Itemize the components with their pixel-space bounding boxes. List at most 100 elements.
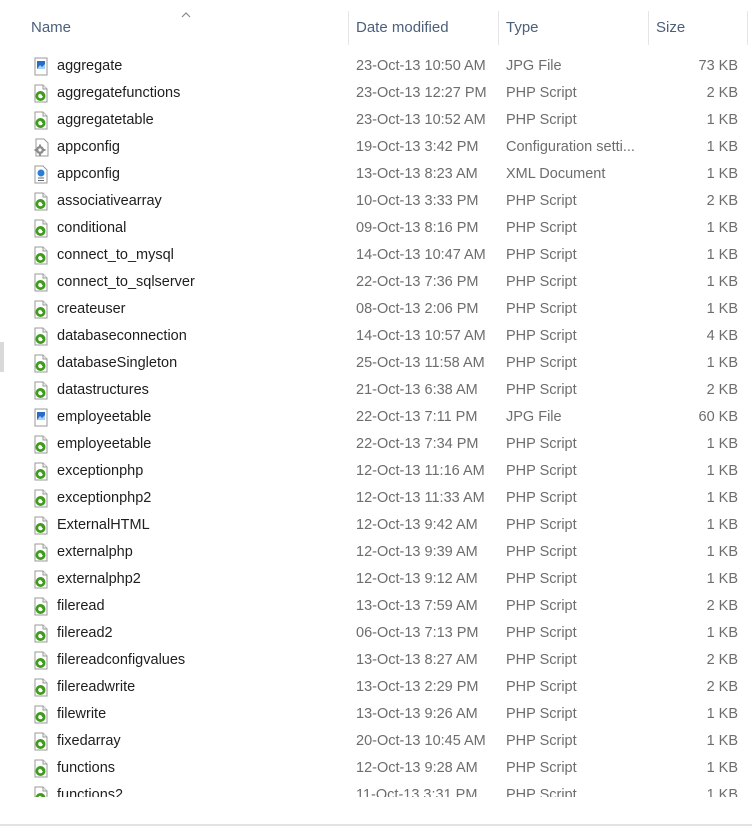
file-name: externalphp <box>57 544 133 560</box>
php-file-icon <box>32 516 50 535</box>
file-type: PHP Script <box>506 787 577 797</box>
php-file-icon <box>32 354 50 373</box>
file-size: 1 KB <box>706 355 738 371</box>
file-row[interactable]: connect_to_mysql 14-Oct-13 10:47 AM PHP Sc… <box>6 242 748 269</box>
file-row[interactable]: fixedarray 20-Oct-13 10:45 AM PHP Script 1 … <box>6 728 748 755</box>
file-name: functions2 <box>57 787 124 797</box>
file-size: 2 KB <box>706 598 738 614</box>
file-date-modified: 22-Oct-13 7:11 PM <box>356 409 478 425</box>
file-name: exceptionphp <box>57 463 144 479</box>
file-type: PHP Script <box>506 247 577 263</box>
file-date-modified: 12-Oct-13 9:12 AM <box>356 571 478 587</box>
file-type: PHP Script <box>506 328 577 344</box>
file-name: appconfig <box>57 139 120 155</box>
php-file-icon <box>32 597 50 616</box>
file-row[interactable]: employeetable 22-Oct-13 7:11 PM JPG File 60… <box>6 404 748 431</box>
file-type: PHP Script <box>506 544 577 560</box>
php-file-icon <box>32 705 50 724</box>
file-type: PHP Script <box>506 355 577 371</box>
file-row[interactable]: aggregatetable 23-Oct-13 10:52 AM PHP Scri… <box>6 107 748 134</box>
file-size: 1 KB <box>706 733 738 749</box>
file-row[interactable]: associativearray 10-Oct-13 3:33 PM PHP Scr… <box>6 188 748 215</box>
php-file-icon <box>32 111 50 130</box>
file-type: PHP Script <box>506 517 577 533</box>
php-file-icon <box>32 435 50 454</box>
file-date-modified: 12-Oct-13 11:33 AM <box>356 490 485 506</box>
file-name: databaseconnection <box>57 328 187 344</box>
php-file-icon <box>32 570 50 589</box>
file-date-modified: 13-Oct-13 7:59 AM <box>356 598 478 614</box>
php-file-icon <box>32 84 50 103</box>
file-explorer-details-view: Name Date modified Type Size aggregate 23… <box>0 0 752 826</box>
php-file-icon <box>32 381 50 400</box>
file-type: PHP Script <box>506 706 577 722</box>
file-row[interactable]: ExternalHTML 12-Oct-13 9:42 AM PHP Script 1… <box>6 512 748 539</box>
file-row[interactable]: appconfig 13-Oct-13 8:23 AM XML Document 1 … <box>6 161 748 188</box>
file-name: fileread2 <box>57 625 113 641</box>
file-name: filereadwrite <box>57 679 136 695</box>
xml-file-icon <box>32 165 50 184</box>
file-type: PHP Script <box>506 625 577 641</box>
file-row[interactable]: exceptionphp2 12-Oct-13 11:33 AM PHP Scrip… <box>6 485 748 512</box>
file-date-modified: 13-Oct-13 9:26 AM <box>356 706 478 722</box>
file-size: 1 KB <box>706 112 738 128</box>
file-name: filereadconfigvalues <box>57 652 186 668</box>
column-divider[interactable] <box>747 11 748 45</box>
column-header-type[interactable]: Type <box>499 11 648 45</box>
file-row[interactable]: databaseconnection 14-Oct-13 10:57 AM PHP … <box>6 323 748 350</box>
file-row[interactable]: fileread 13-Oct-13 7:59 AM PHP Script 2 KB <box>6 593 748 620</box>
file-type: Configuration setti... <box>506 139 635 155</box>
file-row[interactable]: datastructures 21-Oct-13 6:38 AM PHP Scrip… <box>6 377 748 404</box>
file-date-modified: 22-Oct-13 7:36 PM <box>356 274 479 290</box>
file-date-modified: 13-Oct-13 2:29 PM <box>356 679 479 695</box>
file-row[interactable]: externalphp 12-Oct-13 9:39 AM PHP Script 1 … <box>6 539 748 566</box>
file-date-modified: 13-Oct-13 8:27 AM <box>356 652 478 668</box>
file-date-modified: 21-Oct-13 6:38 AM <box>356 382 478 398</box>
php-file-icon <box>32 462 50 481</box>
file-type: PHP Script <box>506 490 577 506</box>
file-date-modified: 14-Oct-13 10:57 AM <box>356 328 486 344</box>
file-row[interactable]: functions 12-Oct-13 9:28 AM PHP Script 1 KB <box>6 755 748 782</box>
file-row[interactable]: filewrite 13-Oct-13 9:26 AM PHP Script 1 KB <box>6 701 748 728</box>
file-row[interactable]: connect_to_sqlserver 22-Oct-13 7:36 PM PHP… <box>6 269 748 296</box>
file-row[interactable]: conditional 09-Oct-13 8:16 PM PHP Script 1 … <box>6 215 748 242</box>
file-name: connect_to_sqlserver <box>57 274 195 290</box>
file-row[interactable]: employeetable 22-Oct-13 7:34 PM PHP Script… <box>6 431 748 458</box>
file-name: ExternalHTML <box>57 517 150 533</box>
file-type: PHP Script <box>506 112 577 128</box>
file-name: createuser <box>57 301 126 317</box>
file-name: aggregate <box>57 58 123 74</box>
file-date-modified: 12-Oct-13 11:16 AM <box>356 463 485 479</box>
file-name: employeetable <box>57 436 152 452</box>
file-row[interactable]: functions2 11-Oct-13 3:31 PM PHP Script 1 K… <box>6 782 748 797</box>
file-size: 1 KB <box>706 274 738 290</box>
file-name: aggregatefunctions <box>57 85 181 101</box>
file-row[interactable]: externalphp2 12-Oct-13 9:12 AM PHP Script 1… <box>6 566 748 593</box>
file-row[interactable]: exceptionphp 12-Oct-13 11:16 AM PHP Script… <box>6 458 748 485</box>
file-row[interactable]: fileread2 06-Oct-13 7:13 PM PHP Script 1 KB <box>6 620 748 647</box>
file-name: functions <box>57 760 116 776</box>
column-header-size[interactable]: Size <box>649 11 748 45</box>
file-row[interactable]: aggregate 23-Oct-13 10:50 AM JPG File 73 KB <box>6 53 748 80</box>
file-size: 1 KB <box>706 166 738 182</box>
file-date-modified: 14-Oct-13 10:47 AM <box>356 247 486 263</box>
file-row[interactable]: appconfig 19-Oct-13 3:42 PM Configuration … <box>6 134 748 161</box>
file-row[interactable]: aggregatefunctions 23-Oct-13 12:27 PM PHP … <box>6 80 748 107</box>
file-row[interactable]: createuser 08-Oct-13 2:06 PM PHP Script 1 K… <box>6 296 748 323</box>
php-file-icon <box>32 327 50 346</box>
file-name: employeetable <box>57 409 152 425</box>
file-size: 1 KB <box>706 436 738 452</box>
file-size: 2 KB <box>706 652 738 668</box>
file-name: associativearray <box>57 193 162 209</box>
php-file-icon <box>32 192 50 211</box>
column-header-date-modified[interactable]: Date modified <box>349 11 498 45</box>
file-name: conditional <box>57 220 127 236</box>
file-type: PHP Script <box>506 301 577 317</box>
file-row[interactable]: filereadwrite 13-Oct-13 2:29 PM PHP Script… <box>6 674 748 701</box>
file-date-modified: 23-Oct-13 10:52 AM <box>356 112 486 128</box>
file-size: 2 KB <box>706 193 738 209</box>
file-type: PHP Script <box>506 733 577 749</box>
file-row[interactable]: filereadconfigvalues 13-Oct-13 8:27 AM PHP… <box>6 647 748 674</box>
file-size: 1 KB <box>706 544 738 560</box>
file-row[interactable]: databaseSingleton 25-Oct-13 11:58 AM PHP S… <box>6 350 748 377</box>
